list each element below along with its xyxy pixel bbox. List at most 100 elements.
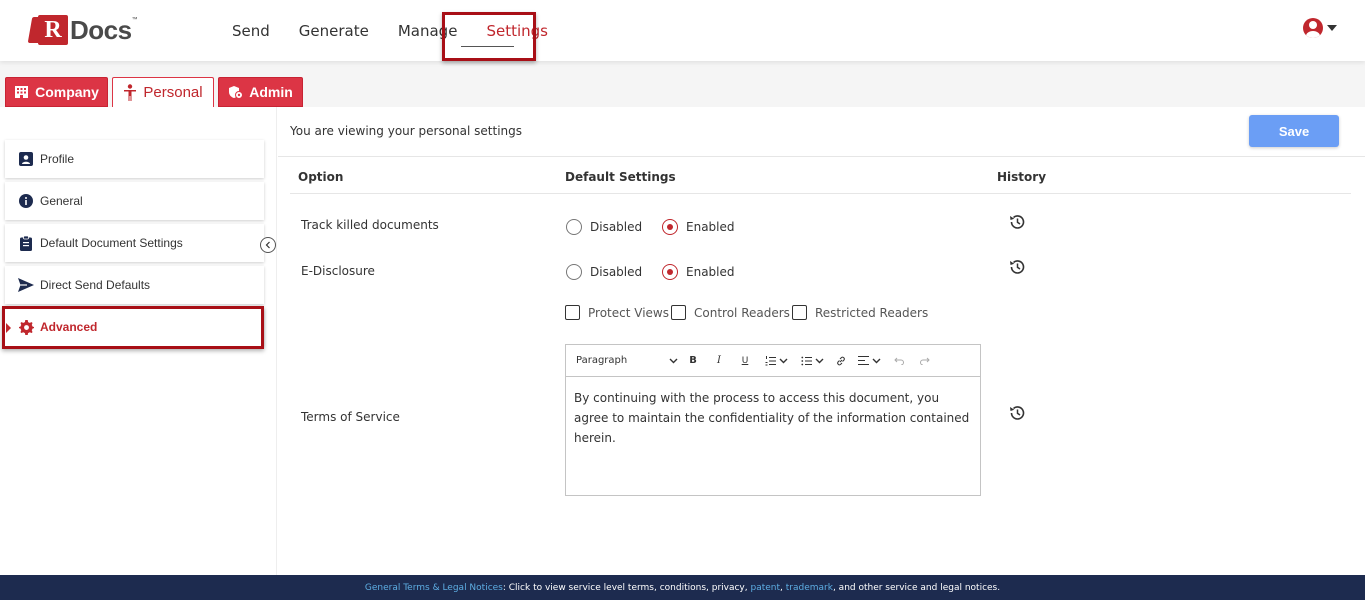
chevron-down-icon [815,358,823,363]
history-icon[interactable] [1008,213,1026,231]
radio-unchecked [566,219,582,235]
profile-card-icon [18,151,34,167]
column-header-history: History [997,170,1047,184]
general-terms-link[interactable]: General Terms & Legal Notices [365,583,503,593]
radio-unchecked [566,264,582,280]
row-label-e-disclosure: E-Disclosure [301,264,375,278]
save-button[interactable]: Save [1249,115,1339,147]
link-icon [837,356,845,365]
numbered-list-button[interactable] [760,350,792,372]
bulleted-list-button[interactable] [796,350,828,372]
restricted-readers-checkbox[interactable]: Restricted Readers [792,305,928,320]
checkbox-label: Restricted Readers [815,305,929,320]
checkbox-box [565,305,580,320]
nav-send[interactable]: Send [232,22,270,40]
undo-icon [894,357,904,365]
redo-button[interactable] [914,350,936,372]
paragraph-style-label: Paragraph [576,355,628,366]
logo-text: Docs [70,14,132,45]
header-divider [290,193,1351,194]
page-title: You are viewing your personal settings [290,124,523,138]
row-label-terms-of-service: Terms of Service [301,410,400,424]
underline-button[interactable]: U [734,350,756,372]
tab-admin[interactable]: Admin [218,77,303,107]
column-header-default-settings: Default Settings [565,170,676,184]
alignment-dropdown[interactable] [854,350,884,372]
main-header: You are viewing your personal settings S… [278,107,1365,157]
e-disclosure-disabled-radio[interactable]: Disabled [566,264,642,280]
settings-sidebar: Profile General Default Document Setting… [0,107,277,575]
trademark-link[interactable]: trademark [786,583,833,593]
top-navbar: R Docs ™ Send Generate Manage Settings [0,0,1365,61]
sidebar-item-label: Direct Send Defaults [40,278,151,292]
protect-views-checkbox[interactable]: Protect Views [565,305,669,320]
legal-footer: General Terms & Legal Notices : Click to… [0,575,1365,600]
radio-label: Disabled [590,220,643,234]
nav-generate[interactable]: Generate [299,22,369,40]
checkbox-label: Protect Views [588,305,669,320]
track-killed-disabled-radio[interactable]: Disabled [566,219,642,235]
user-menu-button[interactable] [1303,18,1337,38]
chevron-down-icon [669,358,678,363]
checkbox-box [671,305,686,320]
underline-icon: U [741,355,749,366]
sidebar-item-general[interactable]: General [5,182,264,220]
settings-highlight-box [442,12,536,61]
undo-button[interactable] [888,350,910,372]
radio-checked [662,264,678,280]
footer-text-end: , and other service and legal notices. [832,582,1001,593]
bold-icon: B [689,355,697,366]
bulleted-list-icon [800,356,812,365]
rdocs-logo[interactable]: R Docs ™ [27,14,138,46]
sidebar-item-profile[interactable]: Profile [5,140,264,178]
radio-label: Enabled [686,220,735,234]
user-circle-icon [1303,18,1323,38]
logo-trademark: ™ [131,17,138,23]
control-readers-checkbox[interactable]: Control Readers [671,305,790,320]
caret-down-icon [1327,25,1337,31]
sidebar-item-label: General [40,194,83,208]
chevron-down-icon [779,358,787,363]
clipboard-icon [18,235,34,251]
column-header-option: Option [298,170,344,184]
track-killed-enabled-radio[interactable]: Enabled [662,219,735,235]
checkbox-box [792,305,807,320]
bold-button[interactable]: B [682,350,704,372]
settings-main-panel: You are viewing your personal settings S… [278,107,1365,575]
sidebar-item-default-document-settings[interactable]: Default Document Settings [5,224,264,262]
person-icon [124,83,137,101]
tab-personal[interactable]: Personal [112,77,214,107]
tab-personal-label: Personal [143,84,203,101]
terms-editor-content[interactable]: By continuing with the process to access… [566,377,980,459]
sidebar-item-label: Profile [40,152,75,166]
italic-icon: I [717,355,721,366]
settings-tab-strip: Company Personal Admin [0,61,1365,107]
row-label-track-killed: Track killed documents [301,218,439,232]
patent-link[interactable]: patent [750,583,780,593]
checkbox-label: Control Readers [694,305,790,320]
link-button[interactable] [830,350,852,372]
e-disclosure-enabled-radio[interactable]: Enabled [662,264,735,280]
terms-rich-text-editor: Paragraph B I U By continuing with the p… [565,344,981,496]
editor-toolbar: Paragraph B I U [566,345,980,377]
redo-icon [920,357,930,365]
history-icon[interactable] [1008,404,1026,422]
numbered-list-icon [765,355,776,365]
radio-label: Enabled [686,265,735,279]
advanced-highlight-box [2,306,264,349]
tab-company[interactable]: Company [5,77,108,107]
collapse-sidebar-button[interactable] [260,237,276,253]
sidebar-item-direct-send-defaults[interactable]: Direct Send Defaults [5,266,264,304]
paragraph-style-dropdown[interactable]: Paragraph [576,350,682,372]
sidebar-item-label: Default Document Settings [40,236,183,250]
admin-shield-icon [229,86,244,99]
radio-checked [662,219,678,235]
building-icon [15,86,29,98]
italic-button[interactable]: I [708,350,730,372]
footer-text: : Click to view service level terms, con… [502,582,751,593]
history-icon[interactable] [1008,258,1026,276]
radio-label: Disabled [590,265,643,279]
tab-admin-label: Admin [249,84,293,100]
logo-mark: R [27,15,68,45]
chevron-down-icon [872,358,880,363]
